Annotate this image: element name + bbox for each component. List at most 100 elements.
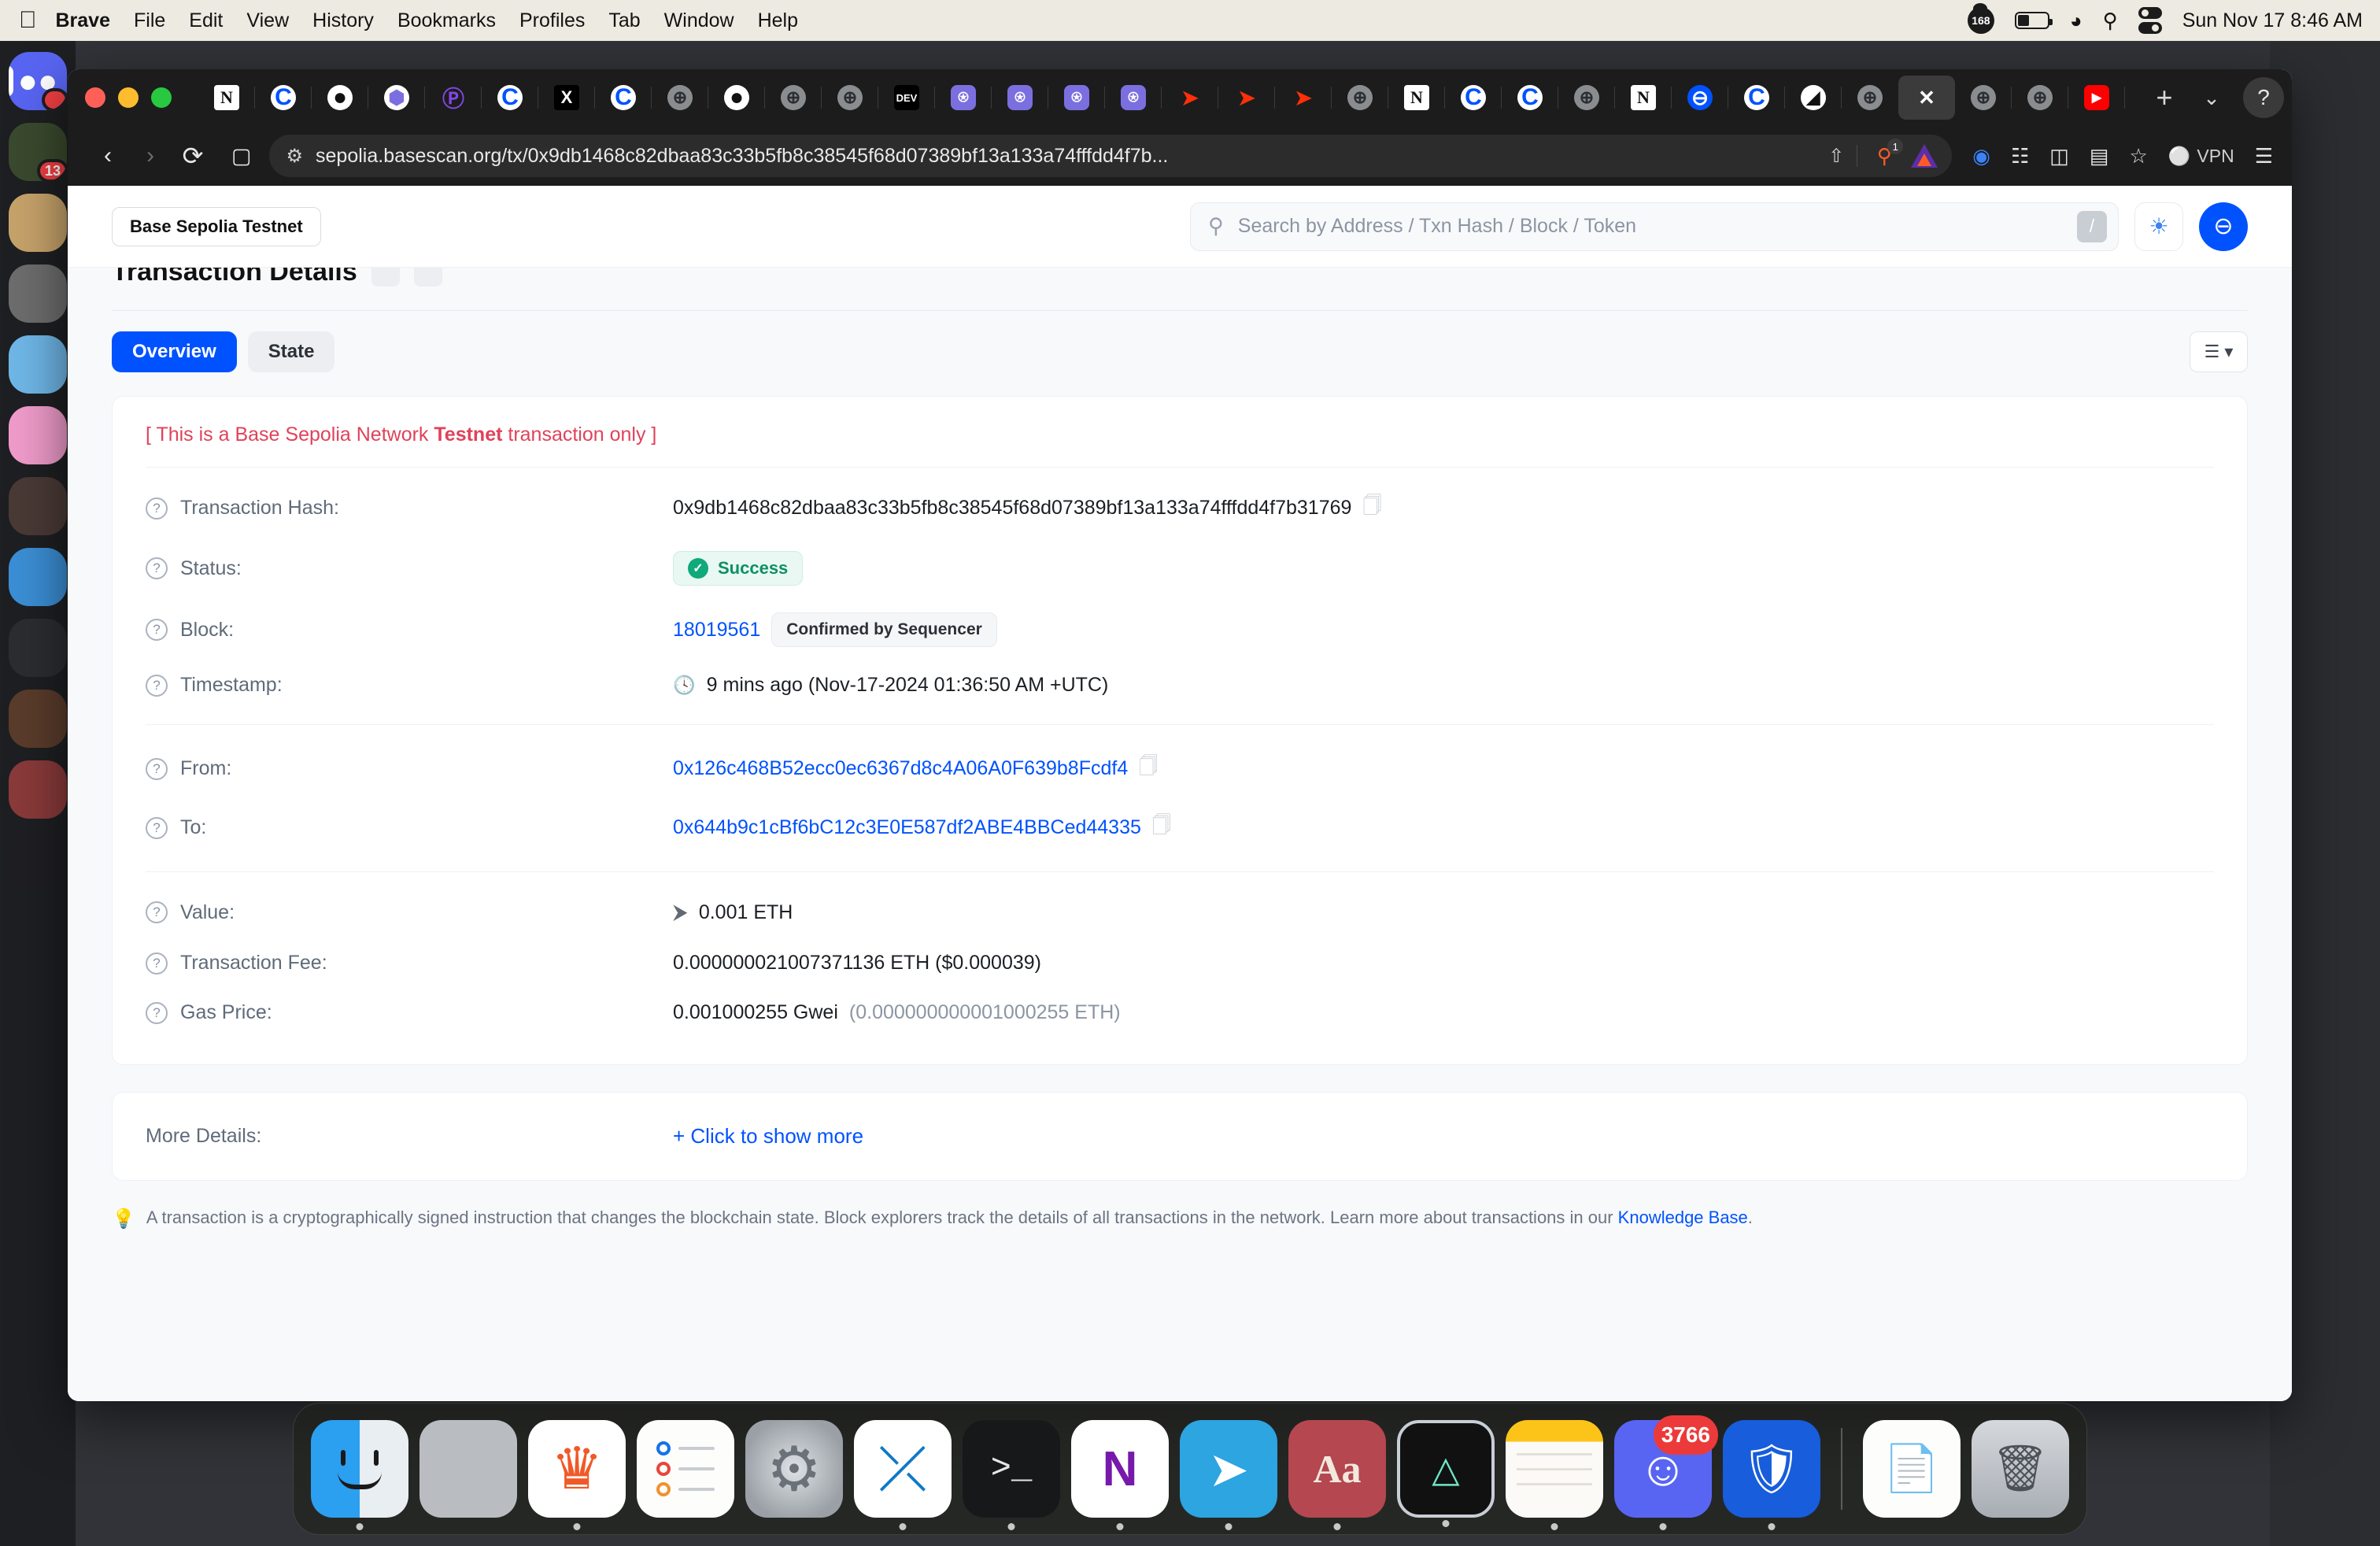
- dock-item-trash[interactable]: 🗑: [1972, 1420, 2069, 1518]
- list-view-toggle[interactable]: ☰ ▾: [2190, 331, 2248, 372]
- close-window-button[interactable]: [85, 87, 105, 108]
- minimize-window-button[interactable]: [118, 87, 139, 108]
- brave-leo-icon[interactable]: ◉: [1972, 144, 1990, 168]
- control-center-icon[interactable]: [2138, 7, 2162, 34]
- browser-tab-github[interactable]: ●: [311, 76, 368, 120]
- discord-server-icon[interactable]: [9, 335, 67, 394]
- discord-server-rail[interactable]: ●● 13: [0, 41, 76, 1546]
- browser-tab-doordash[interactable]: ➤: [1218, 76, 1275, 120]
- toolbar-right-icons[interactable]: ◉ ☷ ◫ ▤ ☆ ⚪ VPN ☰: [1972, 144, 2273, 168]
- browser-tab-globe[interactable]: ⊕: [1558, 76, 1615, 120]
- brave-rewards-icon[interactable]: [1911, 144, 1938, 168]
- dock-item-bitwarden[interactable]: 🛡: [1723, 1420, 1820, 1530]
- browser-tab-openai[interactable]: ⍟: [1104, 76, 1162, 120]
- apple-menu-icon[interactable]: : [19, 9, 37, 32]
- menu-item-tab[interactable]: Tab: [608, 9, 640, 32]
- browser-tab-globe[interactable]: ⊕: [1841, 76, 1898, 120]
- menu-item-brave[interactable]: Brave: [56, 9, 111, 32]
- brave-shields-icon[interactable]: ⚲ 1: [1870, 139, 1904, 170]
- dock-item-finder[interactable]: [311, 1420, 408, 1530]
- notification-badge-icon[interactable]: 168: [1967, 3, 1994, 34]
- browser-tab-globe[interactable]: ⊕: [1331, 76, 1388, 120]
- browser-tab-doordash[interactable]: ➤: [1161, 76, 1218, 120]
- browser-tabs[interactable]: N C ● ⬢ Ⓟ C X C ⊕ ● ⊕ ⊕ DEV ⍟ ⍟ ⍟ ⍟ ➤ ➤ ➤ ⊕ N C C ⊕ N ⊖ C ◢ ⊕ ✕ ⊕ ⊕ ▶ ▶: [198, 76, 2141, 120]
- discord-server-icon[interactable]: [9, 194, 67, 252]
- browser-tab-notion[interactable]: N: [198, 76, 255, 120]
- browser-tab-dev[interactable]: DEV: [878, 76, 935, 120]
- discord-server-icon[interactable]: [9, 760, 67, 819]
- discord-server-icon[interactable]: [9, 477, 67, 535]
- from-address-link[interactable]: 0x126c468B52ecc0ec6367d8c4A06A0F639b8Fcd…: [673, 757, 1128, 780]
- browser-toolbar[interactable]: ‹ › ⟳ ▢ ⚙ sepolia.basescan.org/tx/0x9db1…: [68, 126, 2292, 186]
- menu-item-view[interactable]: View: [246, 9, 289, 32]
- help-icon[interactable]: ?: [146, 619, 168, 641]
- browser-tab-x[interactable]: X: [538, 76, 595, 120]
- dock-item-dictionary[interactable]: Aa: [1288, 1420, 1386, 1530]
- dock-item-activity-monitor[interactable]: △: [1397, 1420, 1495, 1527]
- browser-tab-coinbase[interactable]: C: [594, 76, 652, 120]
- brave-browser-window[interactable]: N C ● ⬢ Ⓟ C X C ⊕ ● ⊕ ⊕ DEV ⍟ ⍟ ⍟ ⍟ ➤ ➤ ➤ ⊕ N C C ⊕ N ⊖ C ◢ ⊕ ✕ ⊕ ⊕ ▶ ▶ + …: [68, 69, 2292, 1401]
- wifi-icon[interactable]: ◕: [2070, 10, 2082, 31]
- window-traffic-lights[interactable]: [85, 87, 172, 108]
- browser-tab-doordash[interactable]: ➤: [1274, 76, 1332, 120]
- maximize-window-button[interactable]: [151, 87, 172, 108]
- help-icon[interactable]: ?: [146, 757, 168, 780]
- site-settings-icon[interactable]: ⚙: [286, 145, 304, 168]
- dock-item-launchpad[interactable]: [419, 1420, 517, 1518]
- browser-tab-notion[interactable]: N: [1388, 76, 1445, 120]
- dock-item-onenote[interactable]: N: [1071, 1420, 1169, 1530]
- bookmark-icon[interactable]: ▢: [231, 144, 252, 168]
- browser-tab-strip[interactable]: NC●⬢ⓅCXC⊕●⊕⊕DEV⍟⍟⍟⍟➤➤➤⊕NCC⊕N⊖C◢⊕✕⊕⊕▶▶ + …: [68, 69, 2292, 126]
- help-icon[interactable]: ?: [146, 674, 168, 697]
- browser-tab-coinbase[interactable]: C: [1444, 76, 1502, 120]
- block-number-link[interactable]: 18019561: [673, 619, 760, 642]
- vpn-button[interactable]: ⚪ VPN: [2168, 146, 2234, 167]
- help-icon[interactable]: ?: [146, 557, 168, 579]
- browser-menu-icon[interactable]: ☰: [2255, 144, 2273, 168]
- browser-tab-coinbase[interactable]: C: [254, 76, 312, 120]
- tab-list-chevron-icon[interactable]: ⌄: [2188, 86, 2235, 110]
- dock-item-brave[interactable]: ♛: [528, 1420, 626, 1530]
- browser-tab-chart[interactable]: ◢: [1784, 76, 1842, 120]
- browser-tab-coinbase[interactable]: C: [1728, 76, 1785, 120]
- browser-tab-openai[interactable]: ⍟: [991, 76, 1048, 120]
- spotlight-search-icon[interactable]: ⚲: [2103, 10, 2118, 31]
- browser-tab-polygon[interactable]: Ⓟ: [424, 76, 482, 120]
- extensions-icon[interactable]: ☷: [2011, 144, 2029, 168]
- dock-item-document[interactable]: 📄: [1863, 1420, 1961, 1518]
- menu-item-file[interactable]: File: [134, 9, 165, 32]
- tab-state[interactable]: State: [247, 331, 335, 372]
- browser-tab-notion[interactable]: N: [1614, 76, 1672, 120]
- browser-tab-basescan[interactable]: ✕: [1898, 76, 1955, 120]
- browser-tab-ethereum[interactable]: ⬢: [368, 76, 425, 120]
- browser-tab-github[interactable]: ●: [708, 76, 765, 120]
- browser-tab-globe[interactable]: ⊕: [764, 76, 822, 120]
- discord-server-icon[interactable]: ●●: [9, 52, 67, 110]
- menu-item-bookmarks[interactable]: Bookmarks: [397, 9, 496, 32]
- back-button[interactable]: ‹: [87, 135, 129, 177]
- address-bar[interactable]: ⚙ sepolia.basescan.org/tx/0x9db1468c82db…: [268, 135, 1953, 177]
- to-address-link[interactable]: 0x644b9c1cBf6bC12c3E0E587df2ABE4BBCed443…: [673, 816, 1141, 839]
- copy-icon[interactable]: 🗍: [1139, 753, 1158, 785]
- browser-tab-openai[interactable]: ⍟: [1048, 76, 1105, 120]
- menu-item-window[interactable]: Window: [664, 9, 734, 32]
- title-chip[interactable]: [371, 268, 400, 287]
- reload-button[interactable]: ⟳: [172, 135, 214, 177]
- help-icon[interactable]: ?: [146, 952, 168, 975]
- wallet-icon[interactable]: ▤: [2090, 144, 2109, 168]
- copy-icon[interactable]: 🗍: [1152, 812, 1171, 844]
- new-tab-button[interactable]: +: [2141, 81, 2188, 114]
- knowledge-base-link[interactable]: Knowledge Base: [1618, 1208, 1748, 1227]
- macos-dock[interactable]: ♛ ⚙ ⤫ >_ N ➤ Aa △ ☺ 3766 🛡 📄 🗑: [293, 1403, 2087, 1535]
- browser-tab-youtube[interactable]: ▶: [2124, 76, 2141, 120]
- title-chip[interactable]: [413, 268, 442, 287]
- browser-tab-coinbase[interactable]: C: [1501, 76, 1558, 120]
- menu-bar-clock[interactable]: Sun Nov 17 8:46 AM: [2182, 9, 2363, 32]
- bookmarks-star-icon[interactable]: ☆: [2129, 144, 2147, 168]
- discord-server-icon[interactable]: [9, 690, 67, 748]
- browser-tab-coinbase[interactable]: C: [481, 76, 538, 120]
- browser-tab-openai[interactable]: ⍟: [934, 76, 992, 120]
- discord-server-icon[interactable]: 13: [9, 123, 67, 181]
- menu-item-profiles[interactable]: Profiles: [519, 9, 585, 32]
- browser-tab-globe[interactable]: ⊕: [2011, 76, 2068, 120]
